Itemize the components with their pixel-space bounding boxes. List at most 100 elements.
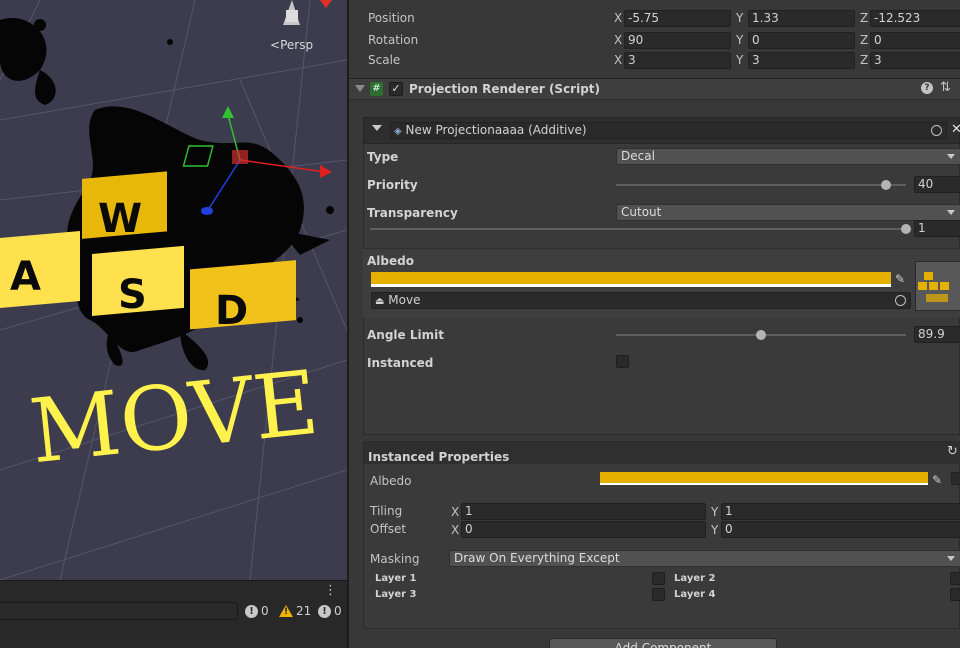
angle-limit-label: Angle Limit <box>367 328 444 342</box>
material-icon: ◈ <box>394 126 402 137</box>
cutoff-field[interactable]: 1 <box>914 220 960 237</box>
position-x-field[interactable]: -5.75 <box>624 10 731 27</box>
layer-2-label: Layer 2 <box>674 573 716 584</box>
layer-4-checkbox[interactable] <box>950 588 960 601</box>
material-header[interactable]: ◈ New Projectionaaaa (Additive) ✕ <box>363 117 960 144</box>
priority-slider[interactable] <box>616 184 906 186</box>
console-bar: ⋮ ! 0 ! 21 ! 0 <box>0 580 347 648</box>
offset-y-field[interactable]: 0 <box>721 521 960 538</box>
inspector-panel: Position X -5.75 Y 1.33 Z -12.523 Rotati… <box>349 0 960 648</box>
settings-sliders-icon[interactable]: ⇅ <box>940 80 951 95</box>
layer-3-checkbox[interactable] <box>652 588 665 601</box>
priority-field[interactable]: 40 <box>914 176 960 193</box>
instanced-checkbox[interactable] <box>616 355 629 368</box>
layer-3-label: Layer 3 <box>375 589 417 600</box>
texture-field[interactable]: ⏏ Move <box>371 292 911 309</box>
layer-1-checkbox[interactable] <box>652 572 665 585</box>
more-options-icon[interactable]: ⋮ <box>324 583 337 598</box>
transparency-label: Transparency <box>367 206 458 220</box>
refresh-icon[interactable]: ↻ <box>947 444 958 459</box>
axis-x-label: X <box>614 11 623 25</box>
dropdown-caret-icon <box>947 556 955 561</box>
tiling-y-field[interactable]: 1 <box>721 503 960 520</box>
scale-x-field[interactable]: 3 <box>624 52 731 69</box>
info-icon: ! <box>245 604 258 618</box>
layer-1-label: Layer 1 <box>375 573 417 584</box>
rotation-label: Rotation <box>368 33 419 47</box>
key-letter-w: W <box>98 196 142 242</box>
instanced-albedo-swatch[interactable] <box>600 472 928 485</box>
chevron-down-icon[interactable] <box>372 125 382 131</box>
close-icon[interactable]: ✕ <box>951 122 960 137</box>
axis-x-label: X <box>614 53 623 67</box>
texture-thumbnail[interactable] <box>915 261 960 311</box>
console-search-input[interactable] <box>0 602 238 620</box>
rotation-z-field[interactable]: 0 <box>870 32 960 49</box>
component-title: Projection Renderer (Script) <box>409 82 601 96</box>
position-y-field[interactable]: 1.33 <box>748 10 855 27</box>
albedo-color-swatch[interactable] <box>371 272 891 287</box>
cutoff-slider-thumb[interactable] <box>901 224 911 234</box>
key-letter-a: A <box>10 254 41 300</box>
instanced-albedo-label: Albedo <box>370 474 412 488</box>
material-field[interactable]: ◈ New Projectionaaaa (Additive) <box>390 122 947 139</box>
add-component-button[interactable]: Add Component <box>549 638 777 648</box>
transparency-dropdown[interactable]: Cutout <box>616 204 960 221</box>
tiling-label: Tiling <box>370 504 403 518</box>
scene-view[interactable]: W A S D MOVE <Persp <box>0 0 347 580</box>
angle-limit-slider-thumb[interactable] <box>756 330 766 340</box>
component-enabled-checkbox[interactable]: ✓ <box>389 82 403 96</box>
axis-z-label: Z <box>860 33 869 47</box>
layer-2-checkbox[interactable] <box>950 572 960 585</box>
hdr-toggle[interactable] <box>951 472 960 485</box>
position-z-field[interactable]: -12.523 <box>870 10 960 27</box>
priority-label: Priority <box>367 178 418 192</box>
warning-counter[interactable]: ! 21 <box>279 602 311 620</box>
type-label: Type <box>367 150 399 164</box>
axis-x-label: X <box>451 523 460 537</box>
axis-y-label: Y <box>736 11 744 25</box>
handwritten-text: MOVE <box>25 351 323 484</box>
angle-limit-field[interactable]: 89.9 <box>914 326 960 343</box>
instanced-properties-title: Instanced Properties <box>368 450 510 464</box>
rotation-x-field[interactable]: 90 <box>624 32 731 49</box>
script-icon: # <box>370 82 383 96</box>
scale-y-field[interactable]: 3 <box>748 52 855 69</box>
offset-x-field[interactable]: 0 <box>461 521 706 538</box>
masking-dropdown[interactable]: Draw On Everything Except <box>449 550 960 567</box>
scale-label: Scale <box>368 53 401 67</box>
component-header[interactable]: # ✓ Projection Renderer (Script) ? ⇅ <box>349 78 960 100</box>
layer-4-label: Layer 4 <box>674 589 716 600</box>
foldout-arrow-icon[interactable] <box>355 85 365 92</box>
texture-icon: ⏏ <box>375 296 385 307</box>
albedo-label: Albedo <box>367 254 414 268</box>
eyedropper-icon[interactable]: ✎ <box>932 473 942 487</box>
tiling-x-field[interactable]: 1 <box>461 503 706 520</box>
info-counter[interactable]: ! 0 <box>245 602 269 620</box>
axis-y-label: Y <box>736 53 744 67</box>
rotation-y-field[interactable]: 0 <box>748 32 855 49</box>
axis-y-label: Y <box>736 33 744 47</box>
position-label: Position <box>368 11 415 25</box>
axis-x-label: X <box>451 505 460 519</box>
axis-x-label: X <box>614 33 623 47</box>
masking-label: Masking <box>370 552 420 566</box>
perspective-toggle[interactable]: <Persp <box>270 38 313 52</box>
axis-z-label: Z <box>860 11 869 25</box>
key-letter-d: D <box>215 288 248 334</box>
object-picker-icon[interactable] <box>895 295 906 306</box>
error-counter[interactable]: ! 0 <box>318 602 342 620</box>
eyedropper-icon[interactable]: ✎ <box>895 272 905 286</box>
dropdown-caret-icon <box>947 210 955 215</box>
object-picker-icon[interactable] <box>931 125 942 136</box>
type-dropdown[interactable]: Decal <box>616 148 960 165</box>
scale-z-field[interactable]: 3 <box>870 52 960 69</box>
priority-slider-thumb[interactable] <box>880 180 891 190</box>
axis-z-label: Z <box>860 53 869 67</box>
help-icon[interactable]: ? <box>921 82 933 94</box>
error-icon: ! <box>318 604 331 618</box>
scene-canvas[interactable]: W A S D MOVE <box>0 0 347 580</box>
axis-y-label: Y <box>711 523 719 537</box>
warning-icon: ! <box>279 605 293 617</box>
cutoff-slider[interactable] <box>370 228 906 230</box>
